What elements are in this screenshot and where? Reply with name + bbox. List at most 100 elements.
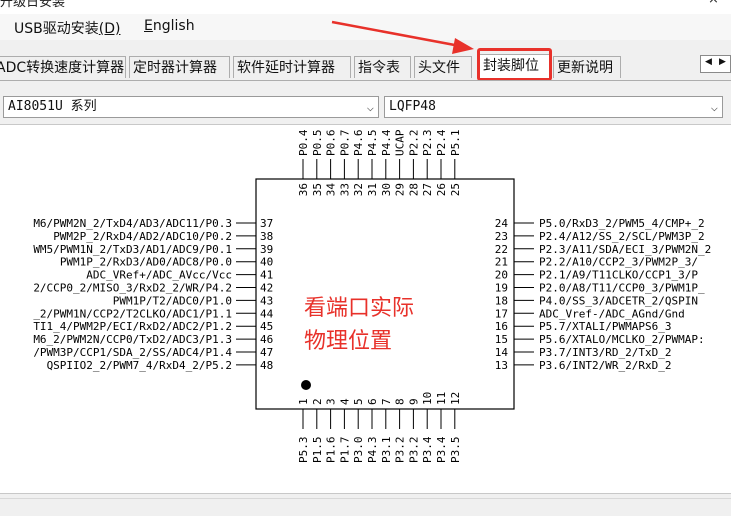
left-pin-number: 43 xyxy=(260,294,273,307)
left-pin-label: TI1_4/PWM2P/ECI/RxD2/ADC2/P1.2 xyxy=(33,320,232,333)
top-pin-label: P0.5 xyxy=(311,130,324,157)
top-pin-label: UCAP xyxy=(394,129,407,156)
bottom-pin-label: P3.2 xyxy=(394,437,407,464)
package-select[interactable]: LQFP48 ⌵ xyxy=(384,96,723,118)
left-pin-number: 48 xyxy=(260,359,273,372)
bottom-pin-number: 2 xyxy=(311,398,324,405)
top-pin-number: 34 xyxy=(325,183,338,197)
right-pin-number: 21 xyxy=(495,256,508,269)
arrow-shaft xyxy=(331,20,461,48)
bottom-pin-number: 11 xyxy=(435,392,448,405)
left-pin-number: 40 xyxy=(260,256,273,269)
top-pin-label: P0.7 xyxy=(338,130,351,157)
bottom-pin-label: P3.0 xyxy=(352,437,365,464)
pinout-diagram: 37 M6/PWM2N_2/TxD4/AD3/ADC11/P0.3 38 PWM2P_… xyxy=(33,129,711,464)
top-pin-number: 33 xyxy=(338,183,351,196)
top-pin-label: P2.4 xyxy=(435,129,448,156)
bottom-pin-label: P1.5 xyxy=(311,437,324,464)
left-pin-label: WM5/PWM1N_2/TxD3/AD1/ADC9/P0.1 xyxy=(33,243,232,256)
top-pin-label: P5.1 xyxy=(449,130,462,157)
bottom-pin-number: 5 xyxy=(352,398,365,405)
bottom-pin-number: 10 xyxy=(421,392,434,405)
top-pin-label: P4.6 xyxy=(352,130,365,157)
left-pin-label: PWM1P_2/RxD3/AD0/ADC8/P0.0 xyxy=(60,256,232,269)
left-pin-label: M6/PWM2N_2/TxD4/AD3/ADC11/P0.3 xyxy=(33,217,232,230)
right-pin-label: P2.3/A11/SDA/ECI_3/PWM2N_2 xyxy=(539,243,711,256)
left-pin-number: 44 xyxy=(260,307,274,320)
top-pin-number: 35 xyxy=(311,183,324,196)
top-pin-number: 25 xyxy=(449,183,462,196)
annotation-line-1: 看端口实际 xyxy=(304,296,414,321)
right-pin-label: ADC_Vref-/ADC_AGnd/Gnd xyxy=(539,307,685,320)
left-pin-number: 39 xyxy=(260,243,273,256)
bottom-pin-number: 4 xyxy=(338,398,351,405)
left-pin-number: 47 xyxy=(260,346,273,359)
right-pin-number: 13 xyxy=(495,359,508,372)
top-pin-number: 32 xyxy=(352,183,365,196)
left-pin-label: 2/CCP0_2/MISO_3/RxD2_2/WR/P4.2 xyxy=(33,282,232,295)
right-pin-label: P2.0/A8/T11/CCP0_3/PWM1P_ xyxy=(539,282,705,295)
pinout-canvas: 37 M6/PWM2N_2/TxD4/AD3/ADC11/P0.3 38 PWM2P_… xyxy=(0,124,731,494)
left-pin-number: 45 xyxy=(260,320,273,333)
top-pin-number: 29 xyxy=(394,183,407,196)
bottom-pin-number: 7 xyxy=(380,398,393,405)
top-pin-label: P0.6 xyxy=(325,130,338,157)
chevron-down-icon[interactable]: ⌵ xyxy=(367,97,374,117)
right-pin-label: P2.2/A10/CCP2_3/PWM2P_3/ xyxy=(539,256,698,269)
left-pin-label: M6_2/PWM2N/CCP0/TxD2/ADC3/P1.3 xyxy=(33,333,232,346)
bottom-pin-label: P3.4 xyxy=(421,436,434,463)
right-pin-number: 15 xyxy=(495,333,508,346)
top-pin-number: 28 xyxy=(407,183,420,196)
left-pin-number: 37 xyxy=(260,217,273,230)
top-pin-label: P2.2 xyxy=(407,130,420,157)
right-pin-label: P5.0/RxD3_2/PWM5_4/CMP+_2 xyxy=(539,217,705,230)
right-pin-number: 17 xyxy=(495,307,508,320)
right-pin-number: 18 xyxy=(495,294,508,307)
bottom-pin-number: 6 xyxy=(366,398,379,405)
series-select[interactable]: AI8051U 系列 ⌵ xyxy=(3,96,379,118)
bottom-pin-label: P3.5 xyxy=(449,437,462,464)
bottom-pin-label: P3.4 xyxy=(435,436,448,463)
right-pin-number: 20 xyxy=(495,269,508,282)
chevron-down-icon[interactable]: ⌵ xyxy=(711,97,718,117)
bottom-pin-number: 8 xyxy=(394,398,407,405)
left-pin-label: PWM1P/T2/ADC0/P1.0 xyxy=(113,294,232,307)
top-pin-number: 27 xyxy=(421,183,434,196)
bottom-pin-number: 1 xyxy=(297,398,310,405)
left-pin-number: 41 xyxy=(260,269,273,282)
right-pin-label: P3.7/INT3/RD_2/TxD_2 xyxy=(539,346,671,359)
right-pin-label: P4.0/SS_3/ADCETR_2/QSPIN xyxy=(539,294,698,307)
bottom-pin-label: P5.3 xyxy=(297,437,310,464)
left-pin-number: 38 xyxy=(260,230,273,243)
top-pin-number: 26 xyxy=(435,183,448,196)
status-bar xyxy=(0,498,731,516)
package-select-value: LQFP48 xyxy=(389,99,436,114)
right-pin-label: P3.6/INT2/WR_2/RxD_2 xyxy=(539,359,671,372)
top-pin-number: 30 xyxy=(380,183,393,196)
left-pin-label: ADC_VRef+/ADC_AVcc/Vcc xyxy=(86,269,232,282)
bottom-pin-label: P4.3 xyxy=(366,437,379,464)
top-pin-number: 36 xyxy=(297,183,310,196)
bottom-pin-label: P3.1 xyxy=(380,437,393,464)
right-pin-number: 19 xyxy=(495,282,508,295)
right-pin-label: P2.1/A9/T11CLKO/CCP1_3/P xyxy=(539,269,698,282)
bottom-pin-label: P3.2 xyxy=(407,437,420,464)
left-pin-label: PWM2P_2/RxD4/AD2/ADC10/P0.2 xyxy=(53,230,232,243)
right-pin-number: 16 xyxy=(495,320,508,333)
right-pin-number: 14 xyxy=(495,346,509,359)
right-pin-label: P5.6/XTALO/MCLKO_2/PWMAP: xyxy=(539,333,705,346)
chip-body xyxy=(255,178,515,410)
left-pin-label: _2/PWM1N/CCP2/T2CLKO/ADC1/P1.1 xyxy=(33,307,232,320)
bottom-pin-number: 9 xyxy=(407,398,420,405)
arrow-head xyxy=(452,38,474,54)
annotation-arrow xyxy=(331,20,474,54)
series-select-value: AI8051U 系列 xyxy=(8,99,97,114)
right-pin-label: P5.7/XTALI/PWMAPS6_3 xyxy=(539,320,671,333)
bottom-pin-number: 12 xyxy=(449,392,462,405)
top-pin-label: P2.3 xyxy=(421,130,434,157)
top-pin-label: P4.4 xyxy=(380,129,393,156)
left-pin-label: QSPIIO2_2/PWM7_4/RxD4_2/P5.2 xyxy=(47,359,232,372)
right-pin-number: 23 xyxy=(495,230,508,243)
top-pin-number: 31 xyxy=(366,183,379,196)
left-pin-label: /PWM3P/CCP1/SDA_2/SS/ADC4/P1.4 xyxy=(33,346,232,359)
